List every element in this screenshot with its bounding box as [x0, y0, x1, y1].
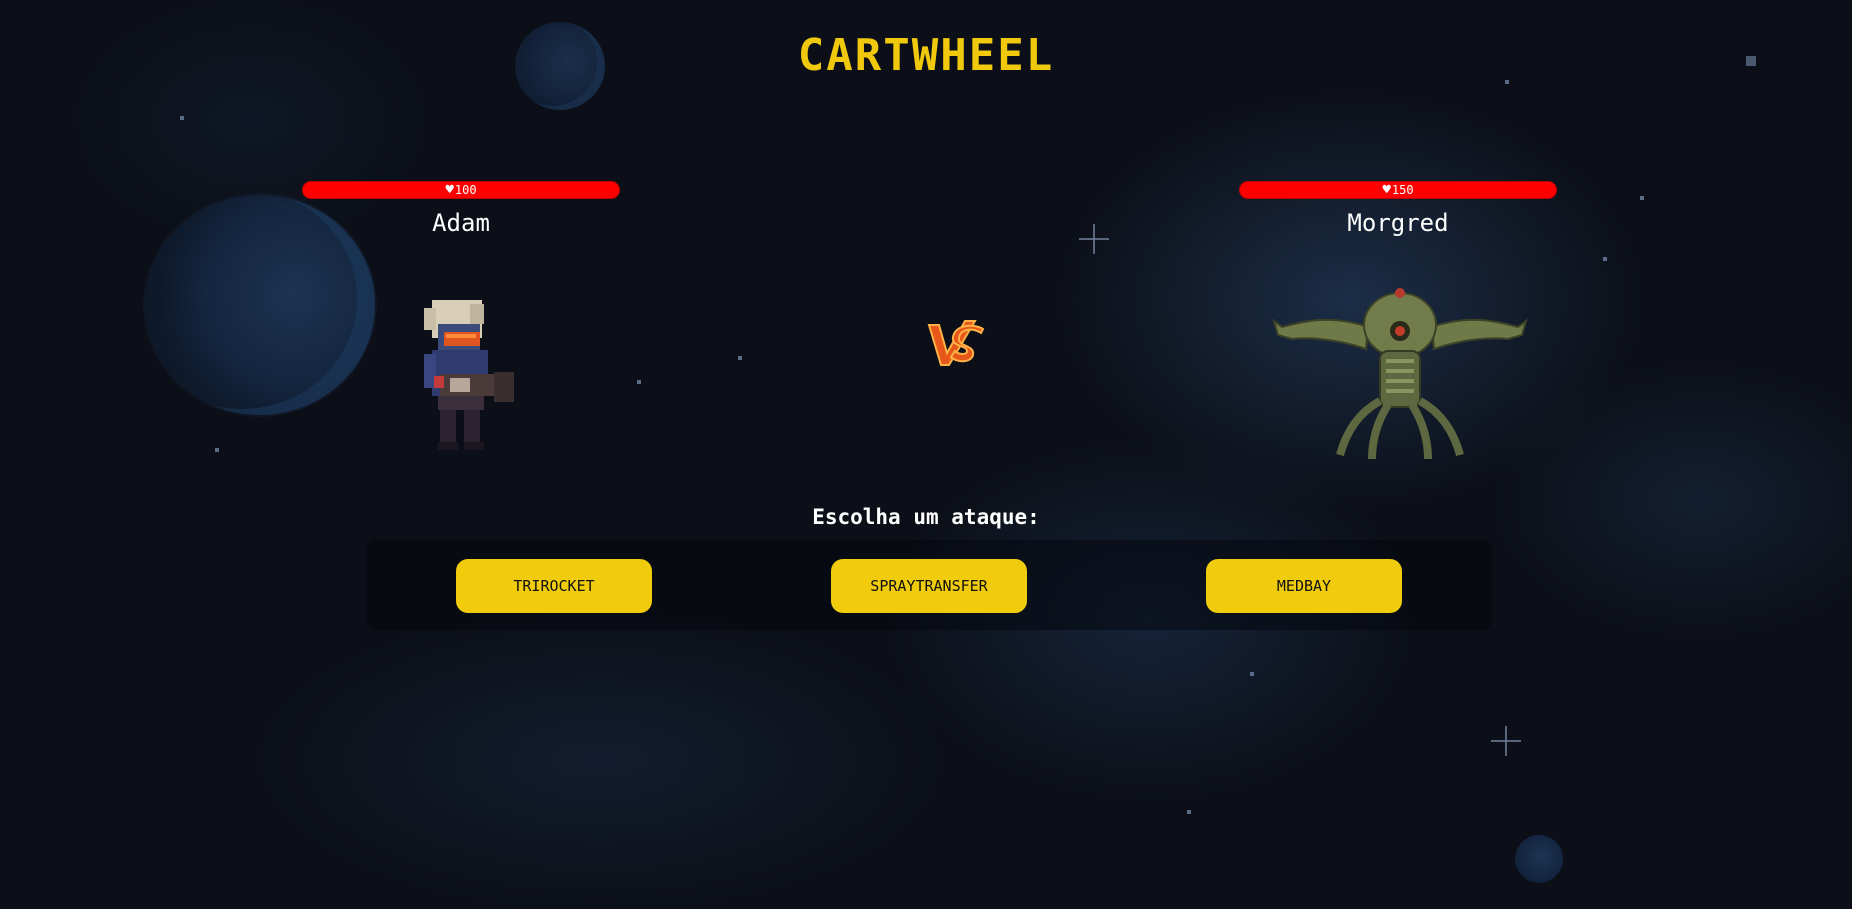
small-planet-decoration [1515, 835, 1563, 883]
heart-icon: ♥ [1382, 182, 1391, 198]
player-panel: ♥100 Adam [302, 181, 620, 237]
attack-button-medbay[interactable]: MEDBAY [1206, 559, 1402, 613]
game-title: CARTWHEEL [797, 30, 1055, 81]
attack-panel: TRIROCKET SPRAYTRANSFER MEDBAY [366, 540, 1492, 630]
star [738, 356, 742, 360]
player-hp-value: 100 [454, 183, 477, 197]
enemy-panel: ♥150 Morgred [1239, 181, 1557, 237]
enemy-sprite [1272, 288, 1528, 460]
player-hp-bar: ♥100 [302, 181, 620, 199]
attack-button-spraytransfer[interactable]: SPRAYTRANSFER [831, 559, 1027, 613]
enemy-hp-value: 150 [1391, 183, 1414, 197]
star [215, 448, 219, 452]
vs-icon [927, 320, 985, 366]
star [1187, 810, 1191, 814]
sparkle-star [1079, 224, 1109, 254]
enemy-name: Morgred [1347, 209, 1449, 237]
star [1640, 196, 1644, 200]
star [1250, 672, 1254, 676]
star [180, 116, 184, 120]
player-sprite [424, 300, 514, 450]
player-name: Adam [432, 209, 490, 237]
enemy-hp-bar: ♥150 [1239, 181, 1557, 199]
star [1603, 257, 1607, 261]
heart-icon: ♥ [445, 182, 454, 198]
battle-scene: CARTWHEEL ♥100 Adam ♥150 Morgred Escolha… [0, 0, 1852, 909]
attack-prompt: Escolha um ataque: [812, 505, 1040, 529]
star [637, 380, 641, 384]
attack-button-trirocket[interactable]: TRIROCKET [456, 559, 652, 613]
sparkle-star [1491, 726, 1521, 756]
